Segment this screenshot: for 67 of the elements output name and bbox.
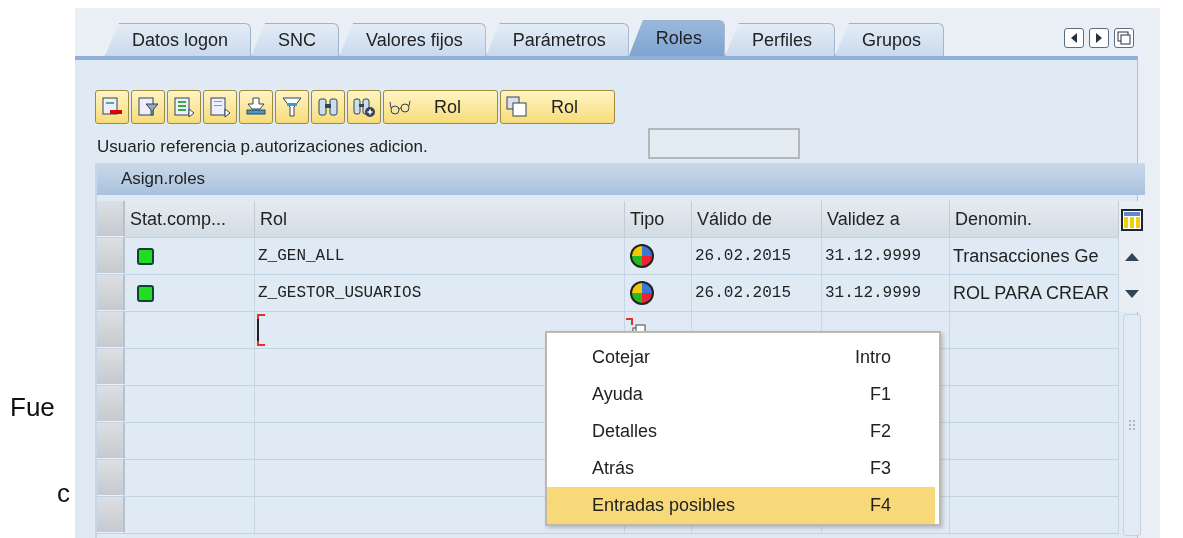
column-header[interactable]: Rol (255, 201, 625, 237)
background-text: Fue (10, 392, 55, 423)
toolbar-button[interactable] (131, 90, 165, 124)
role-button[interactable]: Rol (500, 90, 615, 124)
role-type-icon (629, 243, 655, 269)
scroll-track[interactable] (1123, 314, 1141, 536)
menu-item-label: Cotejar (592, 347, 651, 368)
shortcut-label: F3 (870, 458, 891, 479)
table-title: Asign.roles (97, 163, 1145, 195)
menu-item[interactable]: Ayuda F1 (547, 376, 935, 413)
tab[interactable]: Perfiles (724, 23, 835, 56)
shortcut-label: F4 (870, 495, 891, 516)
menu-item[interactable]: Entradas posibles F4 (547, 487, 935, 524)
table-cell: 26.02.2015 (692, 275, 822, 311)
grip-icon (1129, 419, 1135, 431)
shortcut-label: F1 (870, 384, 891, 405)
menu-item[interactable]: Atrás F3 (547, 450, 935, 487)
scroll-left-button[interactable] (1064, 28, 1084, 48)
toolbar-button[interactable] (95, 90, 129, 124)
copy-icon (505, 95, 529, 119)
reference-user-field[interactable] (648, 128, 800, 159)
column-header[interactable]: Válido de (692, 201, 822, 237)
tab-list-icon (1117, 31, 1131, 45)
table-cell: Z_GEN_ALL (255, 238, 625, 274)
table-cell: Z_GESTOR_USUARIOS (255, 275, 625, 311)
tab[interactable]: Parámetros (485, 23, 629, 56)
role-type-icon (629, 280, 655, 306)
tab[interactable]: Valores fijos (339, 23, 486, 56)
binoculars-icon (316, 95, 340, 119)
table-cell: 31.12.9999 (822, 238, 950, 274)
scroll-right-button[interactable] (1089, 28, 1109, 48)
column-settings-icon[interactable] (1121, 208, 1143, 231)
background-text: c (57, 478, 70, 509)
list-filter-icon (136, 95, 160, 119)
toolbar-button[interactable] (347, 90, 381, 124)
toolbar-button[interactable] (311, 90, 345, 124)
tab[interactable]: Datos logon (105, 23, 252, 56)
tab[interactable]: Roles (628, 20, 725, 56)
column-header[interactable]: Tipo (625, 201, 692, 237)
caret-right-icon (1095, 33, 1103, 43)
tab-list-button[interactable] (1114, 28, 1134, 48)
scroll-up-icon[interactable] (1125, 252, 1139, 261)
menu-item-label: Entradas posibles (592, 495, 736, 516)
menu-item-label: Ayuda (592, 384, 643, 405)
table-cell: 31.12.9999 (822, 275, 950, 311)
tab[interactable]: SNC (251, 23, 340, 56)
toolbar-button[interactable] (239, 90, 273, 124)
table-cell: 26.02.2015 (692, 238, 822, 274)
column-header[interactable]: Validez a (822, 201, 950, 237)
field-label: Usuario referencia p.autorizaciones adicion. (96, 137, 429, 158)
role-button[interactable]: Rol (383, 90, 498, 124)
menu-item[interactable]: Detalles F2 (547, 413, 935, 450)
filter-icon (280, 95, 304, 119)
shortcut-label: Intro (854, 347, 891, 368)
scroll-down-icon[interactable] (1125, 289, 1139, 298)
column-header[interactable]: Stat.comp... (125, 201, 255, 237)
binoculars-plus-icon (352, 95, 376, 119)
select-all-handle[interactable] (97, 201, 125, 237)
menu-item[interactable]: Cotejar Intro (547, 339, 935, 376)
deselect-all-icon (208, 95, 232, 119)
column-header[interactable]: Denomin. (950, 201, 1119, 237)
select-all-icon (172, 95, 196, 119)
tab[interactable]: Grupos (834, 23, 944, 56)
shortcut-label: F2 (870, 421, 891, 442)
menu-item-label: Atrás (592, 458, 634, 479)
menu-item-label: Detalles (592, 421, 658, 442)
caret-left-icon (1070, 33, 1078, 43)
